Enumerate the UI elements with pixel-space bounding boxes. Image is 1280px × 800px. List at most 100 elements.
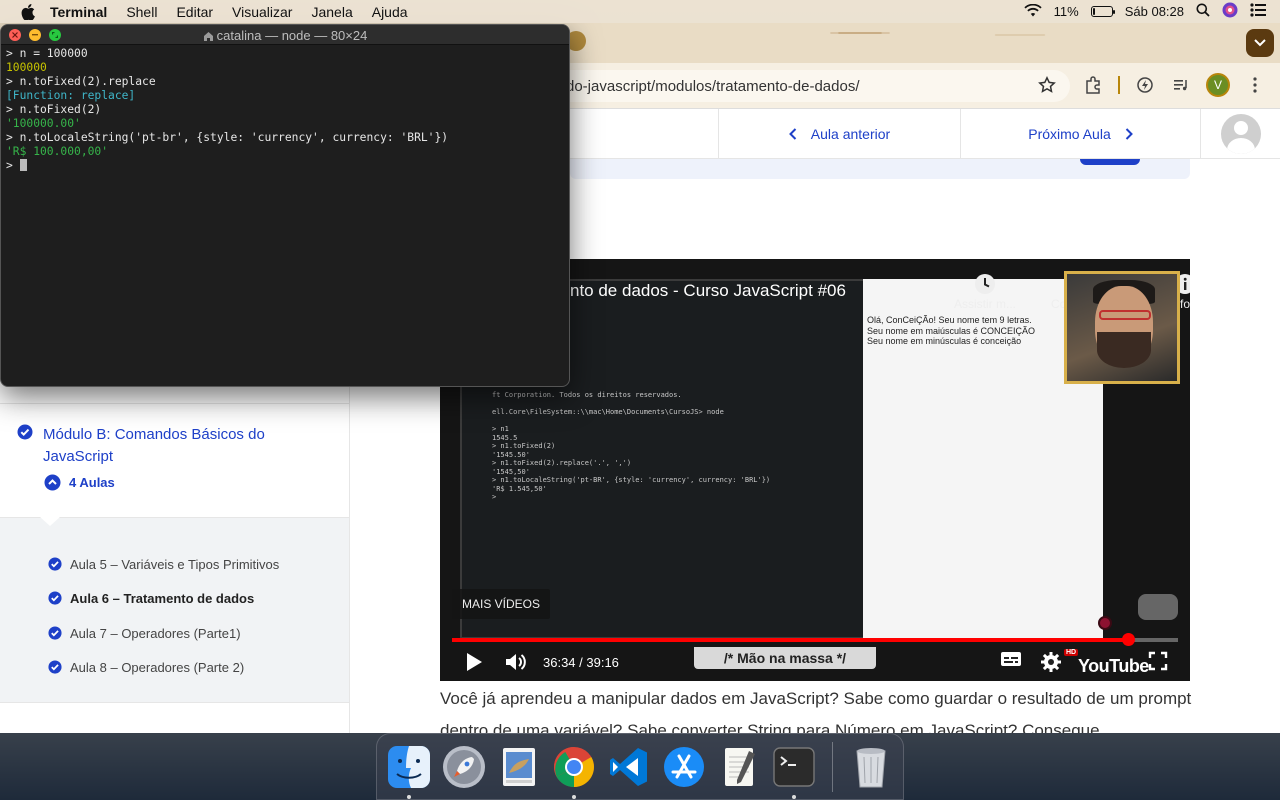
presenter-beard — [1097, 332, 1151, 368]
menu-app-terminal[interactable]: Terminal — [50, 4, 107, 20]
check-circle-icon — [48, 660, 62, 674]
extensions-icon[interactable] — [1082, 74, 1104, 96]
fullscreen-button[interactable] — [1148, 651, 1168, 671]
lesson-description: Você já aprendeu a manipular dados em Ja… — [440, 689, 1192, 733]
play-button[interactable] — [464, 651, 484, 673]
dock-chrome[interactable] — [551, 744, 597, 799]
terminal-line: 100000 — [6, 61, 47, 74]
apple-icon[interactable] — [20, 3, 36, 20]
video-output-line: Olá, ConCeiÇÃo! Seu nome tem 9 letras. — [867, 315, 1032, 325]
menu-janela[interactable]: Janela — [311, 4, 352, 20]
video-title[interactable]: nto de dados - Curso JavaScript #06 — [570, 281, 846, 301]
play-icon — [467, 653, 482, 671]
app-store-icon — [664, 746, 704, 787]
dock-textedit[interactable] — [716, 744, 762, 790]
info-strip-button[interactable] — [1080, 159, 1140, 165]
dock-finder[interactable] — [386, 744, 432, 799]
check-circle-icon — [17, 424, 33, 445]
terminal-window[interactable]: catalina — node — 80×24 > n = 100000 1000… — [0, 24, 570, 387]
running-indicator — [572, 794, 576, 799]
finder-icon — [388, 745, 430, 788]
dock-trash[interactable] — [848, 744, 894, 790]
terminal-title-text: catalina — node — 80×24 — [216, 28, 368, 43]
next-lesson-button[interactable]: Próximo Aula — [961, 109, 1201, 159]
menu-shell[interactable]: Shell — [126, 4, 157, 20]
wifi-icon[interactable] — [1024, 3, 1042, 20]
media-controls-icon[interactable] — [1170, 74, 1192, 96]
dock-app-store[interactable] — [661, 744, 707, 790]
battery-icon[interactable] — [1090, 6, 1115, 17]
video-inner-output-text: Olá, ConCeiÇÃo! Seu nome tem 9 letras. Se… — [867, 315, 1035, 347]
performance-icon[interactable] — [1134, 74, 1156, 96]
preview-icon — [503, 747, 535, 786]
battery-percent: 11% — [1053, 4, 1079, 19]
lesson-info-strip — [570, 159, 1190, 179]
check-circle-icon — [48, 626, 62, 640]
dock — [376, 733, 904, 800]
module-lesson-count[interactable]: 4 Aulas — [44, 474, 115, 491]
terminal-line: 'R$ 100.000,00' — [6, 145, 109, 158]
dock-vscode[interactable] — [606, 744, 652, 790]
lesson-item-active[interactable]: Aula 6 – Tratamento de dados — [48, 588, 254, 608]
settings-button[interactable] — [1040, 651, 1062, 673]
video-progress-played — [452, 638, 1129, 642]
subtitles-icon — [1001, 652, 1021, 666]
youtube-watermark-icon[interactable] — [1138, 594, 1178, 620]
video-inner-terminal-text: ft Corporation. Todos os direitos reserv… — [492, 391, 771, 501]
control-center-icon[interactable] — [1250, 3, 1266, 20]
lesson-navigation: Aula anterior Próximo Aula — [570, 109, 1280, 159]
siri-icon[interactable] — [1222, 2, 1238, 21]
terminal-output[interactable]: > n = 100000 100000 > n.toFixed(2).replace… — [1, 45, 569, 173]
chevron-down-icon — [1254, 39, 1266, 47]
terminal-line: > n.toFixed(2).replace — [6, 75, 156, 88]
previous-lesson-button[interactable]: Aula anterior — [718, 109, 961, 159]
subtitles-button[interactable] — [1000, 651, 1022, 667]
menu-editar[interactable]: Editar — [176, 4, 213, 20]
video-chapter-banner[interactable]: /* Mão na massa */ — [694, 647, 876, 669]
volume-button[interactable] — [504, 651, 528, 673]
toolbar-divider — [1118, 76, 1120, 94]
terminal-titlebar[interactable]: catalina — node — 80×24 — [1, 25, 569, 45]
lesson-item[interactable]: Aula 7 – Operadores (Parte1) — [48, 623, 241, 643]
lesson-item[interactable]: Aula 5 – Variáveis e Tipos Primitivos — [48, 554, 279, 574]
more-videos-button[interactable]: MAIS VÍDEOS — [452, 589, 551, 619]
battery-level-fill — [1092, 8, 1095, 15]
module-title: Módulo B: Comandos Básicos do JavaScript — [43, 426, 265, 465]
profile-avatar[interactable]: V — [1206, 73, 1230, 97]
dock-preview[interactable] — [496, 744, 542, 790]
spotlight-search-icon[interactable] — [1196, 3, 1210, 20]
video-progress-bar[interactable] — [452, 633, 1178, 646]
running-indicator — [792, 794, 796, 799]
youtube-logo[interactable]: YouTube — [1078, 656, 1149, 677]
lesson-label: Aula 5 – Variáveis e Tipos Primitivos — [70, 556, 280, 572]
tab-search-dropdown[interactable] — [1246, 29, 1274, 57]
address-url[interactable]: do-javascript/modulos/tratamento-de-dado… — [566, 78, 859, 95]
dock-terminal[interactable] — [771, 744, 817, 799]
menubar-clock[interactable]: Sáb 08:28 — [1125, 4, 1184, 19]
terminal-line: > n = 100000 — [6, 47, 88, 60]
user-avatar-icon — [1220, 114, 1261, 154]
check-circle-icon — [48, 557, 62, 571]
user-avatar-button[interactable] — [1201, 109, 1280, 159]
chevron-left-icon — [788, 128, 797, 140]
bookmark-star-icon[interactable] — [1038, 76, 1056, 99]
lesson-item[interactable]: Aula 8 – Operadores (Parte 2) — [48, 657, 244, 677]
video-scrubber[interactable] — [1122, 633, 1136, 646]
more-menu-icon[interactable] — [1244, 74, 1266, 96]
menu-bar: Terminal Shell Editar Visualizar Janela … — [0, 0, 1280, 23]
watch-later-button[interactable]: Assistir m... — [950, 273, 1020, 311]
fullscreen-icon — [1148, 651, 1168, 671]
module-b[interactable]: Módulo B: Comandos Básicos do JavaScript… — [0, 403, 349, 517]
menu-ajuda[interactable]: Ajuda — [372, 4, 408, 20]
check-circle-icon — [48, 591, 62, 605]
lesson-label: Aula 7 – Operadores (Parte1) — [70, 625, 241, 641]
toolbar-icons: V — [1082, 73, 1266, 97]
dock-launchpad[interactable] — [441, 744, 487, 790]
lesson-list: Aula 5 – Variáveis e Tipos Primitivos Au… — [0, 517, 349, 703]
menu-visualizar[interactable]: Visualizar — [232, 4, 292, 20]
video-cursor-dot — [1098, 616, 1112, 630]
module-count-label: 4 Aulas — [69, 475, 115, 490]
terminal-line: [Function: replace] — [6, 89, 136, 102]
next-lesson-label: Próximo Aula — [1028, 126, 1111, 142]
lesson-label: Aula 6 – Tratamento de dados — [70, 590, 255, 606]
